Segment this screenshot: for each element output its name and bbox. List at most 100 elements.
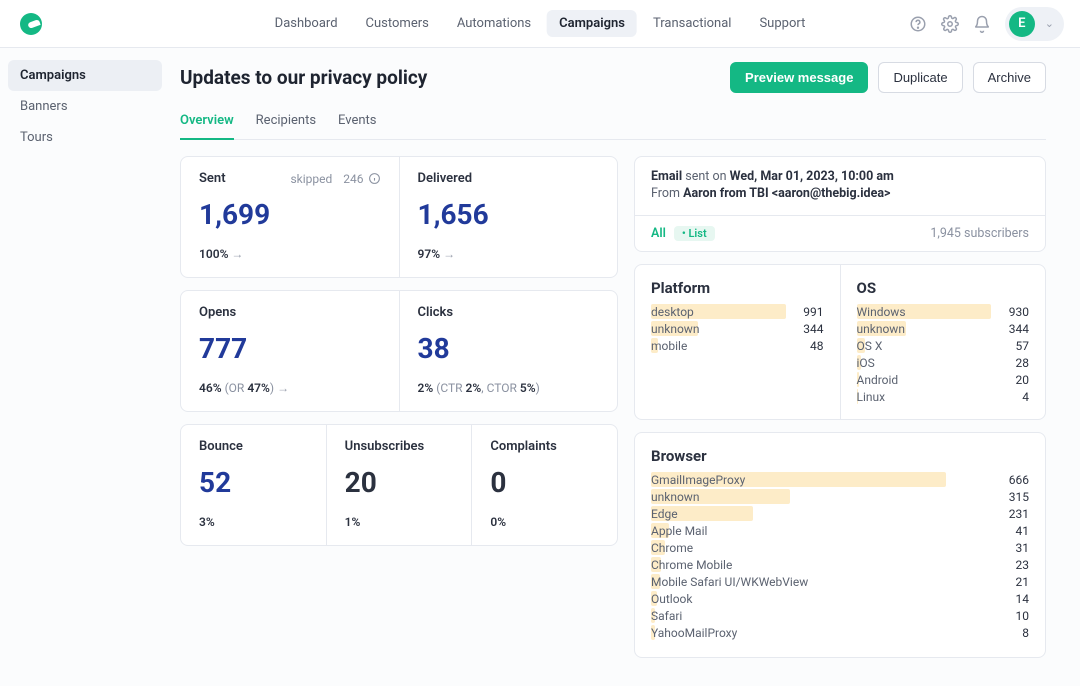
help-icon[interactable] (909, 15, 927, 33)
stat-clicks[interactable]: Clicks 38 2% (CTR 2%, CTOR 5%) (399, 291, 618, 411)
stat-label: Unsubscribes (345, 439, 454, 454)
send-info-card: Email sent on Wed, Mar 01, 2023, 10:00 a… (634, 156, 1046, 252)
bar-row: Apple Mail 41 (651, 522, 1029, 539)
stat-unsubscribes[interactable]: Unsubscribes 20 1% (326, 425, 472, 545)
bar-row: Android 20 (857, 371, 1030, 388)
bar-label: Mobile Safari UI/WKWebView (651, 575, 808, 589)
section-title: Platform (651, 279, 824, 297)
bar-label: YahooMailProxy (651, 626, 737, 640)
stat-label: Opens (199, 305, 381, 320)
bar-row: Mobile Safari UI/WKWebView 21 (651, 573, 1029, 590)
page-title: Updates to our privacy policy (180, 66, 427, 89)
sidebar: CampaignsBannersTours (0, 48, 170, 686)
stat-value: 0 (490, 466, 599, 499)
filter-list-pill[interactable]: • List (674, 226, 715, 241)
top-nav: DashboardCustomersAutomationsCampaignsTr… (263, 10, 818, 37)
bar-row: unknown 344 (651, 320, 824, 337)
bar-label: Linux (857, 390, 886, 404)
bar-row: Outlook14 (651, 590, 1029, 607)
bar-label: unknown (651, 322, 699, 336)
bar-label: GmailImageProxy (651, 473, 745, 487)
platform-section: Platform desktop991unknown344mobile48 (635, 265, 840, 419)
stat-label: Delivered (418, 171, 600, 186)
nav-customers[interactable]: Customers (354, 10, 441, 37)
archive-button[interactable]: Archive (973, 62, 1046, 93)
stat-value: 38 (418, 332, 600, 365)
info-icon (368, 172, 381, 185)
tab-overview[interactable]: Overview (180, 105, 234, 140)
account-menu[interactable]: E ⌄ (1005, 7, 1064, 41)
nav-dashboard[interactable]: Dashboard (263, 10, 350, 37)
stat-value: 1,656 (418, 198, 600, 231)
tabs: Overview Recipients Events (180, 105, 1046, 140)
bar-value: 21 (1016, 575, 1030, 589)
bar-row: GmailImageProxy 666 (651, 471, 1029, 488)
bar-value: 344 (803, 322, 823, 336)
sidebar-item-tours[interactable]: Tours (8, 122, 162, 153)
bar-label: Safari (651, 609, 682, 623)
stat-delivered[interactable]: Delivered 1,656 97% → (399, 157, 618, 277)
bell-icon[interactable] (973, 15, 991, 33)
bar-value: 20 (1016, 373, 1030, 387)
bar-label: mobile (651, 339, 687, 353)
sidebar-item-banners[interactable]: Banners (8, 91, 162, 122)
nav-automations[interactable]: Automations (445, 10, 543, 37)
app-logo-icon (20, 13, 42, 35)
sidebar-item-campaigns[interactable]: Campaigns (8, 60, 162, 91)
stat-bounce[interactable]: Bounce 52 3% (181, 425, 326, 545)
duplicate-button[interactable]: Duplicate (878, 62, 962, 93)
bar-row: Windows930 (857, 303, 1030, 320)
gear-icon[interactable] (941, 15, 959, 33)
filter-all[interactable]: All (651, 226, 666, 241)
skipped-indicator[interactable]: skipped 246 (290, 172, 380, 186)
bar-row: iOS28 (857, 354, 1030, 371)
bar-row: Chrome 31 (651, 539, 1029, 556)
nav-transactional[interactable]: Transactional (641, 10, 744, 37)
tab-events[interactable]: Events (338, 105, 376, 139)
stat-label: Bounce (199, 439, 308, 454)
topbar: DashboardCustomersAutomationsCampaignsTr… (0, 0, 1080, 48)
bar-row: unknown315 (651, 488, 1029, 505)
bar-value: 31 (1016, 541, 1030, 555)
platform-os-card: Platform desktop991unknown344mobile48 OS… (634, 264, 1046, 420)
bar-row: Linux4 (857, 388, 1030, 405)
top-actions: E ⌄ (909, 7, 1064, 41)
bar-value: 23 (1016, 558, 1030, 572)
stat-sent[interactable]: Sent skipped 246 1,699 100% → (181, 157, 399, 277)
bar-value: 666 (1009, 473, 1029, 487)
bar-label: unknown (651, 490, 699, 504)
bar-value: 344 (1009, 322, 1029, 336)
stat-card-opens-clicks: Opens 777 46% (OR 47%) → Clicks 38 2% (C… (180, 290, 618, 412)
stat-label: Clicks (418, 305, 600, 320)
stat-complaints[interactable]: Complaints 0 0% (471, 425, 617, 545)
chevron-down-icon: ⌄ (1045, 17, 1054, 30)
bar-row: mobile48 (651, 337, 824, 354)
bar-value: 41 (1016, 524, 1030, 538)
bar-label: Chrome (651, 541, 693, 555)
bar-label: Apple Mail (651, 524, 707, 538)
bar-label: Chrome Mobile (651, 558, 732, 572)
bar-row: Safari10 (651, 607, 1029, 624)
section-title: Browser (651, 447, 1029, 465)
channel-label: Email (651, 169, 682, 184)
preview-message-button[interactable]: Preview message (730, 62, 868, 93)
bar-label: OS X (857, 339, 883, 353)
nav-campaigns[interactable]: Campaigns (547, 10, 637, 37)
browser-card: Browser GmailImageProxy666unknown315Edge… (634, 432, 1046, 658)
avatar: E (1009, 11, 1035, 37)
bar-row: OS X57 (857, 337, 1030, 354)
content: Updates to our privacy policy Preview me… (170, 48, 1074, 686)
section-title: OS (857, 279, 1030, 297)
os-section: OS Windows930unknown344OS X57iOS28Androi… (840, 265, 1046, 419)
bar-row: Chrome Mobile 23 (651, 556, 1029, 573)
bar-value: 930 (1009, 305, 1029, 319)
bar-label: Outlook (651, 592, 692, 606)
bar-label: iOS (857, 356, 875, 370)
stat-opens[interactable]: Opens 777 46% (OR 47%) → (181, 291, 399, 411)
bar-label: unknown (857, 322, 905, 336)
tab-recipients[interactable]: Recipients (256, 105, 316, 139)
bar-value: 231 (1009, 507, 1029, 521)
bar-label: Android (857, 373, 899, 387)
nav-support[interactable]: Support (747, 10, 817, 37)
bar-label: desktop (651, 305, 694, 319)
